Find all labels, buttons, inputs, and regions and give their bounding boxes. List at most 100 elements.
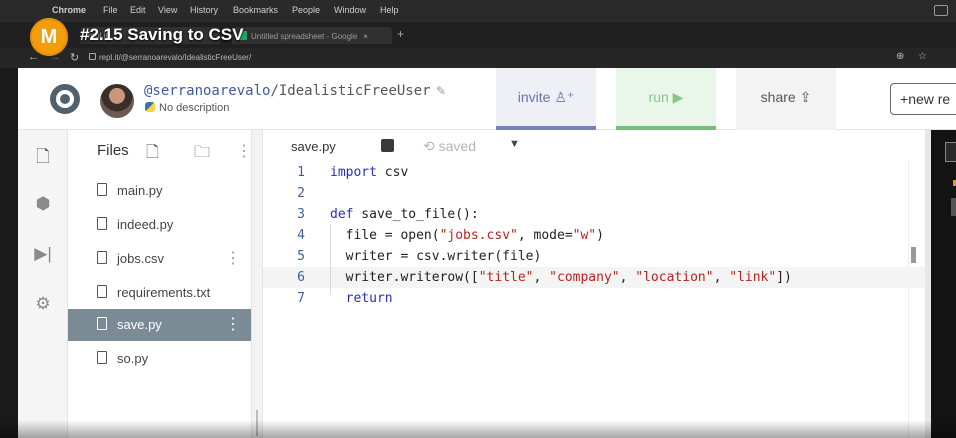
save-status: ⟲ saved xyxy=(423,138,476,155)
file-item[interactable]: requirements.txt xyxy=(68,277,251,309)
line-number: 3 xyxy=(297,207,305,222)
indent-guide xyxy=(330,224,331,295)
menu-view[interactable]: View xyxy=(158,5,177,15)
menu-file[interactable]: File xyxy=(103,5,118,15)
editor-tab[interactable]: save.py xyxy=(291,139,336,154)
file-icon xyxy=(97,351,107,364)
close-icon[interactable]: × xyxy=(363,32,368,41)
back-arrow-icon[interactable]: ← xyxy=(28,51,39,63)
repl-name[interactable]: IdealisticFreeUser xyxy=(279,83,431,99)
new-repl-button[interactable]: +new re xyxy=(890,83,956,115)
address-bar: ← → ↻ repl.it/@serranoarevalo/Idealistic… xyxy=(0,48,956,68)
more-options-icon[interactable]: ⋮ xyxy=(236,141,252,161)
file-name: requirements.txt xyxy=(117,285,211,300)
run-label: run xyxy=(648,89,669,105)
file-menu-icon[interactable]: ⋮ xyxy=(225,314,241,334)
console-panel[interactable] xyxy=(925,130,956,438)
repl-description: No description xyxy=(145,102,229,114)
files-icon[interactable]: 🗋 xyxy=(33,144,53,166)
file-icon xyxy=(97,251,107,264)
code-line: 2 xyxy=(263,183,925,204)
menu-window[interactable]: Window xyxy=(334,5,366,15)
history-icon: ⟲ xyxy=(423,138,435,154)
line-number: 6 xyxy=(297,270,305,285)
run-button[interactable]: run ▶ xyxy=(616,68,716,130)
line-number: 2 xyxy=(297,186,305,201)
file-icon xyxy=(97,285,107,298)
new-tab-button[interactable]: + xyxy=(397,27,404,41)
console-cursor xyxy=(951,198,956,216)
file-menu-icon[interactable]: ⋮ xyxy=(225,248,241,268)
code-line-current: 6 writer.writerow(["title", "company", "… xyxy=(263,267,925,288)
icon-rail: 🗋 ⬢ ▶| ⚙ xyxy=(18,130,68,438)
files-panel: Files 🗋 🗀 ⋮ main.py indeed.py jobs.csv ⋮ … xyxy=(68,130,252,438)
code-editor: save.py ⟲ saved ▼ 1 import csv 2 3 def sav… xyxy=(263,130,925,438)
repl-header: @serranoarevalo/IdealisticFreeUser ✎ No … xyxy=(18,68,956,130)
menu-help[interactable]: Help xyxy=(380,5,399,15)
avatar[interactable] xyxy=(100,84,134,118)
edit-pencil-icon[interactable]: ✎ xyxy=(436,84,446,98)
new-repl-label: new re xyxy=(908,91,951,107)
add-folder-icon[interactable]: 🗀 xyxy=(194,141,210,168)
file-item[interactable]: main.py xyxy=(68,175,251,207)
settings-gear-icon[interactable]: ⚙ xyxy=(33,294,53,314)
menu-history[interactable]: History xyxy=(190,5,218,15)
line-number: 7 xyxy=(297,291,305,306)
files-title: Files xyxy=(97,142,129,159)
url-field[interactable]: repl.it/@serranoarevalo/IdealisticFreeUs… xyxy=(99,53,251,62)
format-icon[interactable] xyxy=(381,139,394,152)
file-item[interactable]: jobs.csv ⋮ xyxy=(68,243,251,275)
share-icon: ⇪ xyxy=(799,88,812,105)
save-status-label: saved xyxy=(438,138,476,154)
code-line: 1 import csv xyxy=(263,162,925,183)
bookmark-star-icon[interactable]: ☆ xyxy=(918,51,927,62)
share-button[interactable]: share ⇪ xyxy=(736,68,836,130)
file-name: so.py xyxy=(117,351,149,366)
browser-tab-spreadsheet[interactable]: Untitled spreadsheet - Google × xyxy=(232,27,392,44)
file-icon xyxy=(97,183,107,196)
add-file-icon[interactable]: 🗋 xyxy=(146,141,159,168)
code-line: 3 def save_to_file(): xyxy=(263,204,925,225)
file-name: indeed.py xyxy=(117,217,174,232)
menu-people[interactable]: People xyxy=(292,5,320,15)
invite-label: invite xyxy=(517,89,551,105)
play-icon: ▶ xyxy=(672,88,684,105)
chevron-down-icon[interactable]: ▼ xyxy=(509,138,520,150)
file-icon xyxy=(97,317,107,330)
file-item-active[interactable]: save.py ⋮ xyxy=(68,309,251,341)
lock-icon xyxy=(89,53,96,60)
python-icon xyxy=(145,102,155,112)
zoom-icon[interactable]: ⊕ xyxy=(896,51,904,62)
menu-chrome[interactable]: Chrome xyxy=(52,5,86,15)
panel-resize-handle[interactable] xyxy=(251,130,263,438)
file-name: save.py xyxy=(117,317,162,332)
file-item[interactable]: indeed.py xyxy=(68,209,251,241)
replit-logo-icon[interactable] xyxy=(50,84,80,114)
tab-label: Untitled spreadsheet - Google xyxy=(251,32,358,41)
packages-icon[interactable]: ⬢ xyxy=(33,194,53,214)
file-icon xyxy=(97,217,107,230)
owner-link[interactable]: @serranoarevalo xyxy=(144,83,270,99)
file-item[interactable]: so.py xyxy=(68,343,251,375)
invite-button[interactable]: invite ♙⁺ xyxy=(496,68,596,130)
line-number: 5 xyxy=(297,249,305,264)
line-number: 1 xyxy=(297,165,305,180)
plus-icon: + xyxy=(900,91,909,107)
share-label: share xyxy=(760,89,796,105)
left-edge xyxy=(0,68,18,438)
debugger-icon[interactable]: ▶| xyxy=(33,244,53,264)
channel-logo: M xyxy=(30,18,68,56)
code-line: 7 return xyxy=(263,288,925,309)
file-name: jobs.csv xyxy=(117,251,164,266)
reload-icon[interactable]: ↻ xyxy=(70,51,79,64)
menu-edit[interactable]: Edit xyxy=(130,5,146,15)
macos-menu-bar: Chrome File Edit View History Bookmarks … xyxy=(0,0,956,22)
code-line: 5 writer = csv.writer(file) xyxy=(263,246,925,267)
description-text: No description xyxy=(159,102,230,114)
line-number: 4 xyxy=(297,228,305,243)
code-area[interactable]: 1 import csv 2 3 def save_to_file(): 4 fil… xyxy=(263,162,925,309)
menu-bookmarks[interactable]: Bookmarks xyxy=(233,5,278,15)
add-user-icon: ♙⁺ xyxy=(554,88,575,105)
file-name: main.py xyxy=(117,183,163,198)
path-separator: / xyxy=(270,83,279,99)
